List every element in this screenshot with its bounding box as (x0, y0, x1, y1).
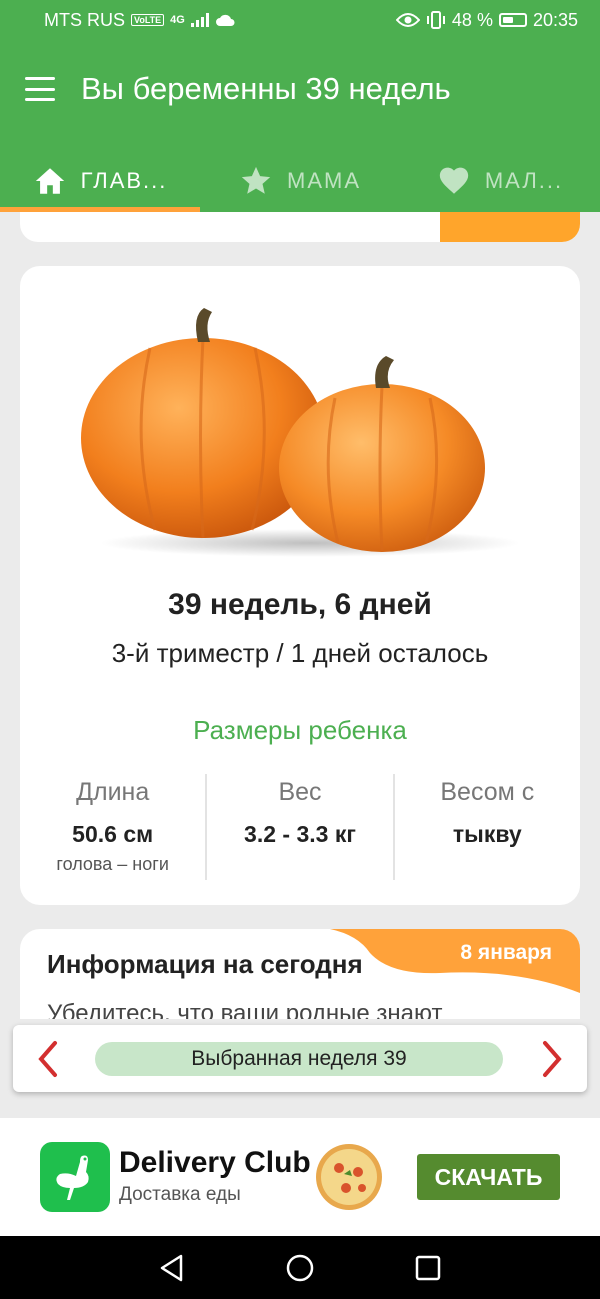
app-bar: Вы беременны 39 недель ГЛАВ... МАМА МАЛ.… (0, 40, 600, 212)
heart-icon (439, 167, 469, 194)
tab-mom[interactable]: МАМА (200, 150, 400, 212)
trimester-info: 3-й триместр / 1 дней осталось (111, 638, 489, 668)
page-title: Вы беременны 39 недель (81, 71, 451, 106)
tab-bar: ГЛАВ... МАМА МАЛ... (0, 150, 600, 212)
battery-percent: 48 % (451, 9, 493, 30)
tab-home-label: ГЛАВ... (80, 168, 168, 193)
info-text: Убедитесь, что ваши родные знают (47, 1000, 443, 1019)
back-icon[interactable] (157, 1253, 187, 1283)
today-info-card[interactable]: 8 января Информация на сегодня Убедитесь… (20, 929, 580, 1019)
star-icon (241, 166, 271, 194)
tab-home[interactable]: ГЛАВ... (0, 150, 200, 212)
stat-length-value: 50.6 см (72, 821, 154, 847)
previous-card-accent (440, 212, 580, 242)
tab-mom-label: МАМА (287, 168, 361, 193)
previous-week-button[interactable] (31, 1039, 67, 1079)
stat-weight-label: Вес (278, 778, 322, 806)
ostrich-logo-icon (40, 1142, 110, 1212)
battery-icon (498, 13, 527, 27)
week-summary-card: 39 недель, 6 дней 3-й триместр / 1 дней … (20, 266, 580, 905)
ad-banner[interactable]: Delivery Club Доставка еды СКАЧАТЬ (0, 1118, 600, 1236)
stat-length-label: Длина (76, 778, 150, 806)
week-title: 39 недель, 6 дней (168, 588, 432, 621)
recents-icon[interactable] (413, 1253, 443, 1283)
stat-weight: Вес 3.2 - 3.3 кг (205, 774, 392, 880)
home-icon (35, 168, 64, 194)
battery-level-fill (502, 17, 513, 23)
stat-length: Длина 50.6 см голова – ноги (20, 774, 205, 880)
stat-comparison: Весом с тыкву (392, 774, 580, 880)
vibrate-icon (426, 11, 445, 29)
pumpkin-image (81, 308, 520, 557)
baby-sizes-heading: Размеры ребенка (193, 715, 407, 745)
menu-icon[interactable] (25, 77, 55, 101)
ad-title: Delivery Club (119, 1146, 311, 1179)
home-button-icon[interactable] (285, 1253, 315, 1283)
stat-comparison-value: тыкву (452, 821, 522, 847)
system-nav-bar (0, 1236, 600, 1299)
selected-week-label: Выбранная неделя 39 (95, 1042, 503, 1076)
volte-icon: VoLTE (131, 14, 165, 26)
tab-baby[interactable]: МАЛ... (400, 150, 600, 212)
stat-weight-value: 3.2 - 3.3 кг (244, 821, 356, 847)
clock: 20:35 (532, 9, 578, 30)
status-bar: MTS RUS VoLTE 4G 48 % 20:35 (0, 0, 600, 40)
carrier-name: MTS RUS (44, 9, 125, 30)
network-type: 4G (170, 14, 185, 26)
stat-comparison-label: Весом с (440, 778, 535, 806)
signal-icon (190, 13, 209, 27)
baby-stats: Длина 50.6 см голова – ноги Вес 3.2 - 3.… (20, 774, 580, 880)
next-week-button[interactable] (533, 1039, 569, 1079)
previous-card (20, 212, 580, 242)
download-button[interactable]: СКАЧАТЬ (417, 1154, 560, 1200)
week-selector: Выбранная неделя 39 (13, 1025, 587, 1092)
cloud-icon (215, 14, 235, 26)
tab-baby-label: МАЛ... (484, 168, 564, 193)
stat-length-note: голова – ноги (56, 854, 169, 874)
pizza-icon (316, 1144, 382, 1210)
eye-icon (395, 13, 420, 27)
date-badge: 8 января (460, 941, 552, 964)
ad-subtitle: Доставка еды (119, 1184, 241, 1205)
info-title: Информация на сегодня (47, 949, 363, 979)
